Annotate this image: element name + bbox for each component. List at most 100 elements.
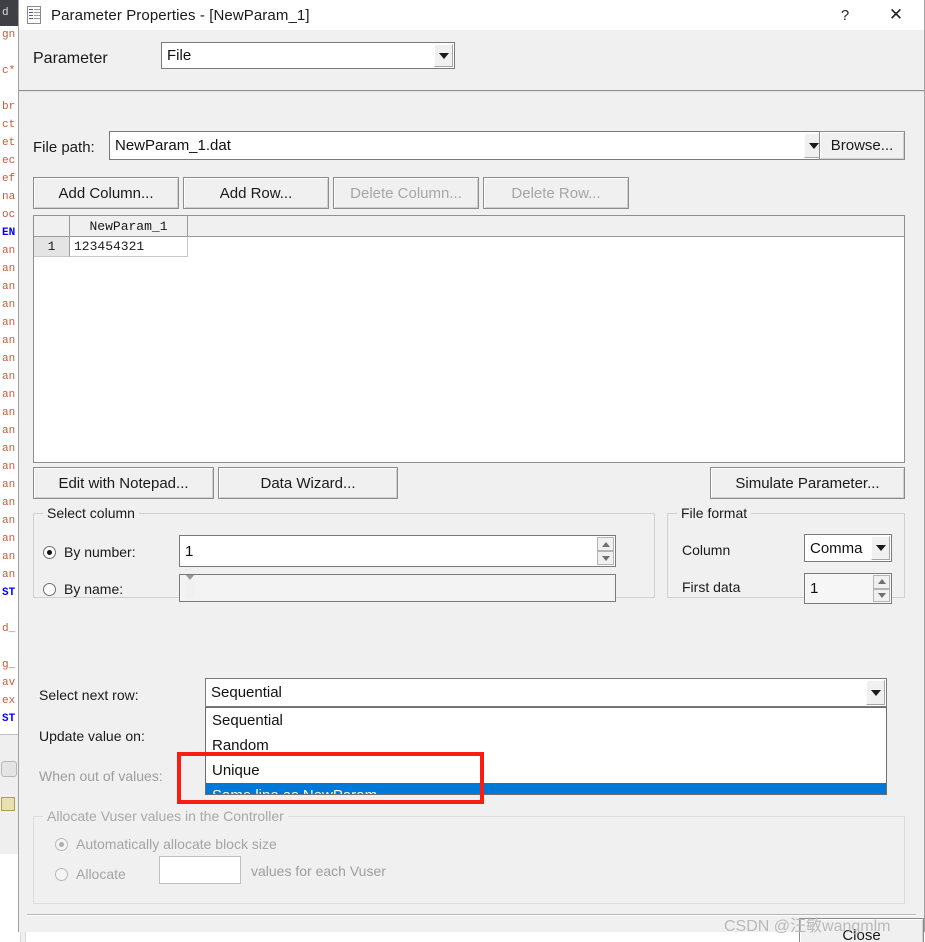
by-number-input[interactable]: 1 xyxy=(179,535,616,567)
grid-cell[interactable]: 123454321 xyxy=(70,237,188,257)
allocate-label: Allocate xyxy=(76,866,126,882)
editor-code-line: an xyxy=(2,407,16,419)
delete-column-button: Delete Column... xyxy=(333,177,479,209)
editor-code-line: an xyxy=(2,281,16,293)
by-number-value: 1 xyxy=(185,542,194,560)
dialog-title: Parameter Properties - [NewParam_1] xyxy=(51,6,310,24)
editor-code-line: ST xyxy=(2,587,16,599)
stepper-up-icon[interactable] xyxy=(873,575,890,589)
editor-code-line: an xyxy=(2,389,16,401)
help-icon[interactable]: ? xyxy=(822,0,868,30)
browse-button[interactable]: Browse... xyxy=(819,131,905,160)
editor-pane-icon xyxy=(1,761,17,777)
by-number-radio[interactable]: By number: xyxy=(43,544,136,560)
editor-code-line: an xyxy=(2,335,16,347)
radio-dot-icon xyxy=(43,582,56,596)
editor-tab-fragment: d xyxy=(0,0,20,26)
editor-code-line: an xyxy=(2,479,16,491)
delete-row-button: Delete Row... xyxy=(483,177,629,209)
dropdown-option-same-line-as-newparam[interactable]: Same line as NewParam xyxy=(206,783,886,794)
dropdown-option-random[interactable]: Random xyxy=(206,733,886,758)
editor-code-line xyxy=(0,638,20,656)
data-wizard-button[interactable]: Data Wizard... xyxy=(218,467,398,499)
grid-column-header[interactable]: NewParam_1 xyxy=(70,216,188,236)
first-data-input[interactable]: 1 xyxy=(804,573,892,604)
editor-code-line xyxy=(0,602,20,620)
chevron-down-icon[interactable] xyxy=(866,680,885,705)
editor-code-line: c* xyxy=(2,65,16,77)
select-next-row-combobox[interactable]: Sequential xyxy=(205,678,887,707)
dropdown-option-unique[interactable]: Unique xyxy=(206,758,886,783)
file-path-combobox[interactable]: NewParam_1.dat xyxy=(109,131,825,160)
chevron-down-icon[interactable] xyxy=(185,575,195,597)
file-format-legend: File format xyxy=(677,505,752,521)
editor-code-line: EN xyxy=(2,227,16,239)
parameter-file-icon xyxy=(25,5,43,25)
radio-dot-icon xyxy=(43,545,56,559)
editor-pane-icon-2 xyxy=(1,797,15,811)
by-name-combobox[interactable] xyxy=(179,574,616,602)
simulate-parameter-button[interactable]: Simulate Parameter... xyxy=(710,467,905,499)
grid-header-filler xyxy=(188,216,904,236)
dropdown-option-sequential[interactable]: Sequential xyxy=(206,708,886,733)
parameter-type-band: Parameter File xyxy=(19,30,924,92)
editor-code-line xyxy=(0,80,20,98)
grid-row-index[interactable]: 1 xyxy=(34,237,70,257)
add-row-button[interactable]: Add Row... xyxy=(183,177,329,209)
stepper-down-icon[interactable] xyxy=(597,551,614,565)
select-next-row-dropdown-list[interactable]: Sequential Random Unique Same line as Ne… xyxy=(205,707,887,795)
editor-code-line: g_ xyxy=(2,659,16,671)
auto-allocate-label: Automatically allocate block size xyxy=(76,836,277,852)
chevron-down-icon[interactable] xyxy=(434,44,453,67)
allocate-value-input xyxy=(159,856,241,884)
background-code-editor: d gn c* br ct et ec ef na oc EN an an an an an an an an an… xyxy=(0,0,20,942)
first-data-label: First data xyxy=(682,579,741,595)
radio-dot-icon xyxy=(55,837,68,851)
editor-code-line: an xyxy=(2,425,16,437)
column-separator-value: Comma xyxy=(810,539,863,557)
parameter-data-grid[interactable]: NewParam_1 1 123454321 xyxy=(33,215,905,463)
editor-code-line: an xyxy=(2,497,16,509)
editor-code-line: oc xyxy=(2,209,16,221)
editor-code-line: ef xyxy=(2,173,16,185)
add-column-button[interactable]: Add Column... xyxy=(33,177,179,209)
editor-code-line: et xyxy=(2,137,16,149)
editor-code-line: an xyxy=(2,317,16,329)
by-name-radio[interactable]: By name: xyxy=(43,581,123,597)
dialog-titlebar: Parameter Properties - [NewParam_1] ? ✕ xyxy=(19,0,924,30)
parameter-label: Parameter xyxy=(33,50,108,67)
first-data-stepper[interactable] xyxy=(873,575,890,602)
parameter-type-combobox[interactable]: File xyxy=(161,42,455,69)
select-column-legend: Select column xyxy=(43,505,139,521)
first-data-value: 1 xyxy=(810,580,819,597)
screen-root: d gn c* br ct et ec ef na oc EN an an an an an an an an an… xyxy=(0,0,925,942)
stepper-down-icon[interactable] xyxy=(873,588,890,602)
chevron-down-icon[interactable] xyxy=(871,536,890,560)
editor-code-line: ec xyxy=(2,155,16,167)
table-row[interactable]: 1 123454321 xyxy=(34,237,904,257)
by-number-stepper[interactable] xyxy=(597,537,614,565)
column-separator-label: Column xyxy=(682,542,731,558)
editor-code-line: gn xyxy=(2,29,16,41)
editor-code-line: ST xyxy=(2,713,16,725)
radio-dot-icon xyxy=(55,867,68,881)
dialog-body: Parameter File File path: NewParam_1.dat… xyxy=(19,30,924,942)
editor-code-line xyxy=(0,44,20,62)
editor-code-line: an xyxy=(2,569,16,581)
editor-code-line: d_ xyxy=(2,623,16,635)
by-name-label: By name: xyxy=(64,581,124,597)
allocate-group-legend: Allocate Vuser values in the Controller xyxy=(43,808,288,824)
titlebar-buttons: ? ✕ xyxy=(822,0,924,30)
by-number-label: By number: xyxy=(64,544,136,560)
editor-code-line: an xyxy=(2,533,16,545)
stepper-up-icon[interactable] xyxy=(597,537,614,551)
editor-code-line: av xyxy=(2,677,16,689)
edit-with-notepad-button[interactable]: Edit with Notepad... xyxy=(33,467,214,499)
update-value-on-label: Update value on: xyxy=(39,728,145,744)
parameter-properties-dialog: Parameter Properties - [NewParam_1] ? ✕ … xyxy=(18,0,925,942)
close-icon[interactable]: ✕ xyxy=(868,0,924,30)
editor-code-line: br xyxy=(2,101,16,113)
column-separator-combobox[interactable]: Comma xyxy=(804,534,892,562)
editor-bottom-pane xyxy=(0,734,20,854)
csdn-watermark: CSDN @汪敏wangmlm xyxy=(724,918,891,935)
